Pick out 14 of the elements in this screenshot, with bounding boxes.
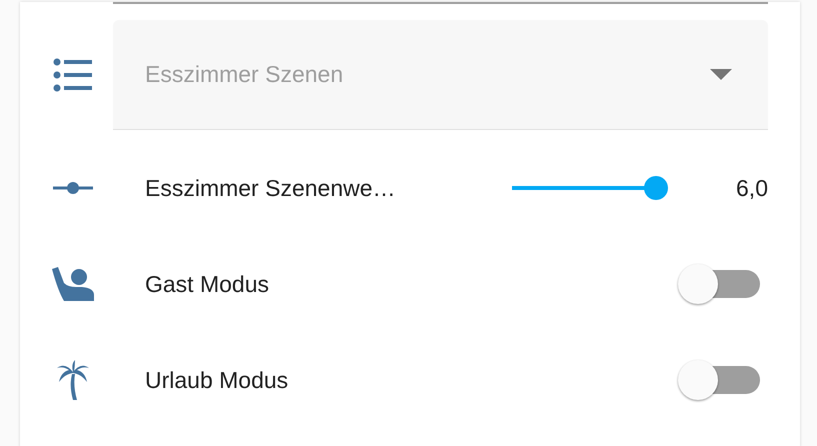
row-label: Gast Modus <box>145 270 269 299</box>
row-label: Urlaub Modus <box>145 366 288 395</box>
toggle-switch[interactable] <box>678 262 762 306</box>
list-icon <box>52 58 92 92</box>
palm-tree-icon <box>54 360 90 400</box>
caret-icon <box>710 69 732 80</box>
slider-value: 6,0 <box>736 174 768 203</box>
row-label: Esszimmer Szenenwe… <box>145 174 396 203</box>
slider-icon <box>52 182 92 194</box>
toggle-switch[interactable] <box>678 358 762 402</box>
scene-dropdown[interactable]: Esszimmer Szenen <box>113 20 768 130</box>
person-icon <box>52 267 94 301</box>
dropdown-placeholder: Esszimmer Szenen <box>145 60 344 90</box>
slider-thumb[interactable] <box>644 176 668 200</box>
